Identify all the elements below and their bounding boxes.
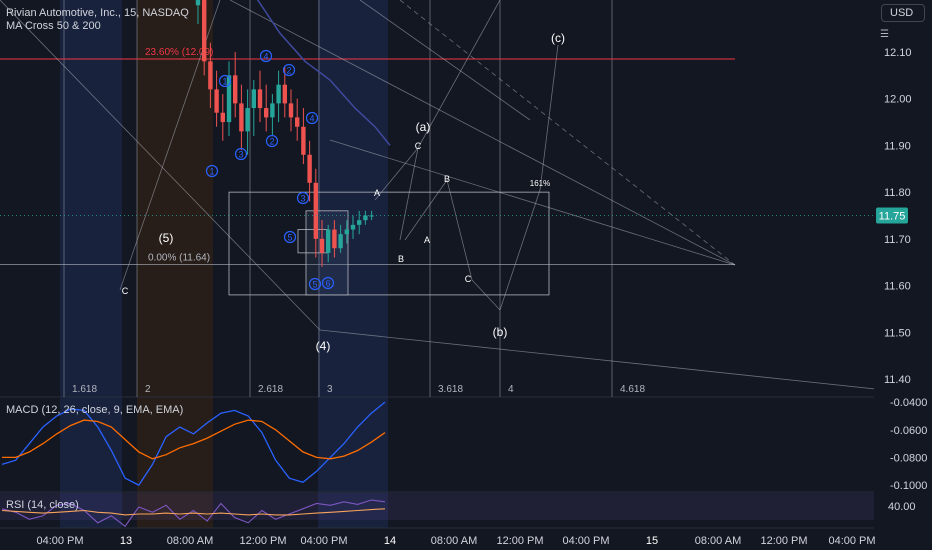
time-tick-label: 14 xyxy=(384,535,396,547)
macd-tick-label: -0.0800 xyxy=(890,452,927,464)
last-price-label: 11.75 xyxy=(879,211,906,223)
wave-label: C xyxy=(122,286,129,296)
candle-body[interactable] xyxy=(208,61,213,90)
symbol-title[interactable]: Rivian Automotive, Inc., 15, NASDAQ xyxy=(6,7,189,19)
price-tick-label: 11.50 xyxy=(884,327,911,339)
price-tick-label: 12.00 xyxy=(884,94,912,106)
candle-body[interactable] xyxy=(357,220,362,225)
candle-body[interactable] xyxy=(251,89,256,109)
macd-legend[interactable]: MACD (12, 26, close, 9, EMA, EMA) xyxy=(6,404,183,416)
candle-body[interactable] xyxy=(307,154,312,183)
candle-body[interactable] xyxy=(369,215,374,217)
candle-body[interactable] xyxy=(350,224,356,230)
tradingview-chart[interactable]: 1.618 2 2.618 3 3.618 4 4.61823.60% (12.09)0.0… xyxy=(0,0,932,550)
wave-label: A xyxy=(374,188,380,198)
time-tick-label: 15 xyxy=(646,535,658,547)
wave-label: B xyxy=(398,254,404,264)
wave-label: 161% xyxy=(530,179,550,188)
candle-body[interactable] xyxy=(239,103,244,132)
wave-circle-label: 2 xyxy=(286,66,291,76)
candle-body[interactable] xyxy=(270,103,275,118)
candle-body[interactable] xyxy=(313,182,318,239)
wave-label: C xyxy=(415,141,422,151)
fib-time-label: 1.618 xyxy=(72,384,97,395)
rsi-legend[interactable]: RSI (14, close) xyxy=(6,499,79,511)
fib-time-label: 2.618 xyxy=(258,384,283,395)
time-tick-label: 08:00 AM xyxy=(167,535,213,547)
wave-circle-label: 6 xyxy=(325,279,330,289)
wave-circle-label: 4 xyxy=(263,52,268,62)
candle-body[interactable] xyxy=(220,112,225,123)
wave-circle-label: 5 xyxy=(312,280,317,290)
time-tick-label: 04:00 PM xyxy=(828,535,875,547)
session-band-premarket xyxy=(60,0,122,528)
candle-body[interactable] xyxy=(332,229,337,249)
wave-label: (a) xyxy=(416,120,431,134)
rsi-tick-label: 40.00 xyxy=(888,501,916,513)
fib-level-label: 0.00% (11.64) xyxy=(148,253,210,264)
candle-body[interactable] xyxy=(195,0,201,6)
candle-body[interactable] xyxy=(295,117,300,127)
wave-label: C xyxy=(465,274,472,284)
price-tick-label: 11.60 xyxy=(884,281,911,293)
wave-circle-label: 4 xyxy=(309,114,314,124)
currency-button[interactable]: USD xyxy=(881,4,925,22)
candle-body[interactable] xyxy=(202,0,207,62)
price-tick-label: 11.90 xyxy=(884,140,911,152)
wave-circle-label: 2 xyxy=(269,137,274,147)
macd-tick-label: -0.0400 xyxy=(890,397,927,409)
candle-body[interactable] xyxy=(319,238,325,253)
candle-body[interactable] xyxy=(301,126,306,155)
wave-circle-label: 1 xyxy=(209,167,214,177)
wave-label: B xyxy=(444,174,450,184)
time-tick-label: 08:00 AM xyxy=(431,535,477,547)
candle-body[interactable] xyxy=(282,84,287,104)
fib-time-label: 2 xyxy=(145,384,151,395)
wave-circle-label: 3 xyxy=(238,150,243,160)
price-axis[interactable]: 11.75 12.10 12.00 11.90 11.80 11.70 11.60 11.50… xyxy=(874,0,932,550)
wave-label: (b) xyxy=(493,325,508,339)
axis-background xyxy=(874,0,932,550)
candle-body[interactable] xyxy=(326,229,331,253)
time-tick-label: 12:00 PM xyxy=(496,535,543,547)
candle-body[interactable] xyxy=(245,108,250,132)
fib-time-label: 4.618 xyxy=(620,384,645,395)
fib-time-label: 4 xyxy=(508,384,514,395)
candle-body[interactable] xyxy=(338,234,343,249)
candle-body[interactable] xyxy=(276,84,281,104)
wave-label: (5) xyxy=(159,231,174,245)
time-tick-label: 12:00 PM xyxy=(239,535,286,547)
wave-circle-label: 5 xyxy=(287,233,292,243)
time-tick-label: 04:00 PM xyxy=(36,535,83,547)
time-tick-label: 12:00 PM xyxy=(760,535,807,547)
candle-body[interactable] xyxy=(257,89,263,109)
wave-label: A xyxy=(424,235,430,245)
time-tick-label: 04:00 PM xyxy=(562,535,609,547)
candle-body[interactable] xyxy=(233,75,238,104)
session-band-extended xyxy=(137,0,213,528)
price-tick-label: 11.80 xyxy=(884,187,911,199)
rsi-band xyxy=(0,493,874,520)
wave-label: (c) xyxy=(551,31,565,45)
time-tick-label: 04:00 PM xyxy=(300,535,347,547)
fib-time-label: 3 xyxy=(327,384,333,395)
wave-label: (4) xyxy=(316,339,331,353)
macd-tick-label: -0.0600 xyxy=(890,425,927,437)
wave-circle-label: 1 xyxy=(222,77,227,87)
macd-tick-label: -0.1000 xyxy=(890,480,927,492)
indicator-legend[interactable]: MA Cross 50 & 200 xyxy=(6,20,101,32)
candle-body[interactable] xyxy=(288,103,294,118)
price-scale-settings-icon[interactable]: ☰ xyxy=(880,29,889,40)
time-tick-label: 13 xyxy=(120,535,132,547)
time-tick-label: 08:00 AM xyxy=(695,535,741,547)
candle-body[interactable] xyxy=(344,229,349,235)
fib-time-label: 3.618 xyxy=(438,384,463,395)
candle-body[interactable] xyxy=(214,89,219,113)
price-tick-label: 11.40 xyxy=(884,374,911,386)
candle-body[interactable] xyxy=(264,108,269,118)
wave-circle-label: 3 xyxy=(300,194,305,204)
candle-body[interactable] xyxy=(363,215,368,221)
price-tick-label: 11.70 xyxy=(884,234,911,246)
price-tick-label: 12.10 xyxy=(884,47,912,59)
